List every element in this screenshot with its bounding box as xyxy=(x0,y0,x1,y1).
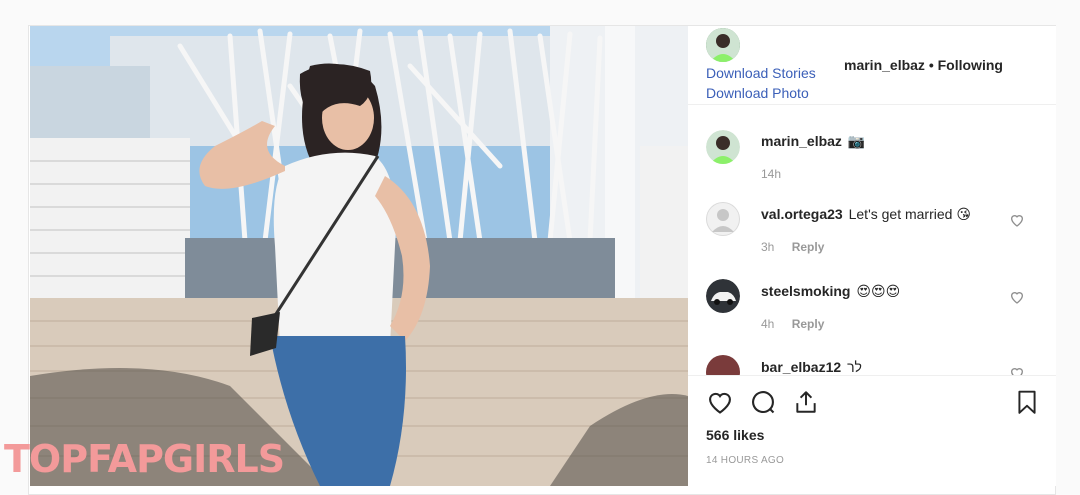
comment-username[interactable]: marin_elbaz 📷 xyxy=(761,133,865,150)
comment-text: Let's get married 😘 xyxy=(848,206,971,222)
avatar-image xyxy=(706,130,740,164)
comment-meta: 4h Reply xyxy=(761,317,824,331)
comment-meta: 14h xyxy=(761,167,781,181)
share-icon[interactable] xyxy=(793,388,819,416)
post-sidebar: Download Stories Download Photo marin_el… xyxy=(688,26,1056,486)
commenter-avatar[interactable] xyxy=(706,355,740,375)
likes-count[interactable]: 566 likes xyxy=(706,427,764,443)
comment-time[interactable]: 3h xyxy=(761,240,774,254)
author-username[interactable]: marin_elbaz xyxy=(844,57,925,73)
comment-meta: 3h Reply xyxy=(761,240,824,254)
heart-icon[interactable] xyxy=(706,388,734,416)
comments-list[interactable]: marin_elbaz 📷 14h val.ortega23 Let's get… xyxy=(688,105,1056,376)
comment-text: 😍😍😍 xyxy=(856,283,901,299)
comment-user-label[interactable]: marin_elbaz xyxy=(761,133,842,149)
comment-user-label[interactable]: val.ortega23 xyxy=(761,206,843,222)
post-header: Download Stories Download Photo marin_el… xyxy=(688,26,1056,105)
comment-like-heart-icon[interactable] xyxy=(1009,212,1025,228)
post-actions-bar xyxy=(706,388,1046,418)
bookmark-icon[interactable] xyxy=(1014,388,1040,416)
separator-dot: • xyxy=(928,57,934,73)
comment-like-heart-icon[interactable] xyxy=(1009,289,1025,305)
download-photo-link[interactable]: Download Photo xyxy=(706,85,809,101)
comment-icon[interactable] xyxy=(749,388,777,416)
commenter-avatar[interactable] xyxy=(706,202,740,236)
photo-illustration xyxy=(30,26,688,486)
reply-button[interactable]: Reply xyxy=(792,317,825,331)
comment-time[interactable]: 4h xyxy=(761,317,774,331)
comment-like-heart-icon[interactable] xyxy=(1009,365,1025,376)
comment-text: 📷 xyxy=(847,133,866,149)
avatar-image xyxy=(706,28,740,62)
commenter-avatar[interactable] xyxy=(706,279,740,313)
reply-button[interactable]: Reply xyxy=(792,240,825,254)
comment-username[interactable]: steelsmoking 😍😍😍 xyxy=(761,283,900,300)
follow-status-button[interactable]: Following xyxy=(938,57,1003,73)
watermark-text: TOPFAPGIRLS xyxy=(4,437,285,481)
commenter-avatar[interactable] xyxy=(706,130,740,164)
author-avatar[interactable] xyxy=(706,28,740,62)
post-photo[interactable] xyxy=(30,26,688,486)
header-username-row: marin_elbaz • Following xyxy=(844,57,1003,73)
default-avatar-icon xyxy=(706,202,740,236)
comment-user-label[interactable]: steelsmoking xyxy=(761,283,850,299)
comment-username[interactable]: bar_elbaz12 לר xyxy=(761,359,862,375)
post-timestamp[interactable]: 14 HOURS AGO xyxy=(706,455,784,466)
comment-username[interactable]: val.ortega23 Let's get married 😘 xyxy=(761,206,971,223)
comment-text: לר xyxy=(847,359,862,375)
comment-time[interactable]: 14h xyxy=(761,167,781,181)
download-stories-link[interactable]: Download Stories xyxy=(706,65,816,81)
car-avatar-image xyxy=(706,279,740,313)
comment-user-label[interactable]: bar_elbaz12 xyxy=(761,359,841,375)
